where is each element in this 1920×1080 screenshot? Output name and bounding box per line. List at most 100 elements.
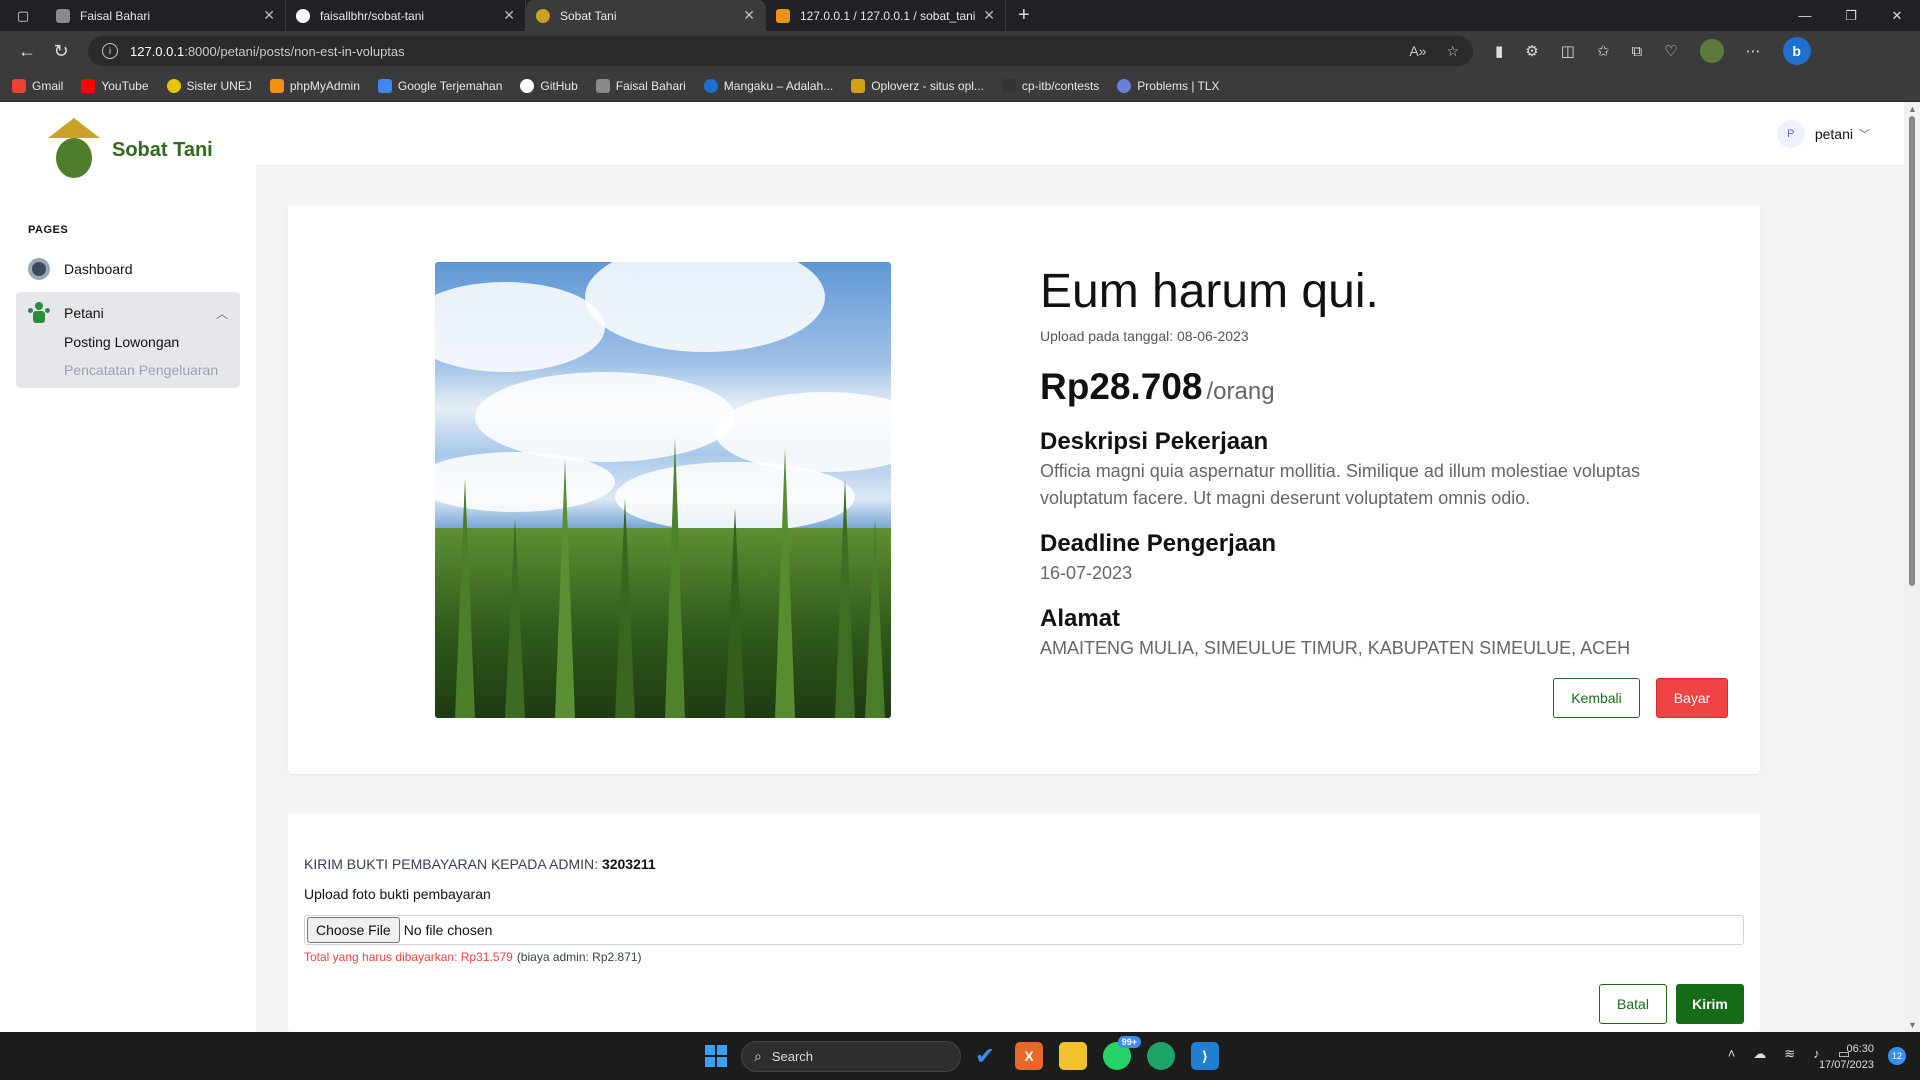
close-window-icon[interactable]: ✕ bbox=[1874, 0, 1920, 31]
tab-favicon bbox=[776, 8, 790, 23]
restore-icon[interactable]: ❐ bbox=[1828, 0, 1874, 31]
total-amount: Total yang harus dibayarkan: Rp31.579 bbox=[304, 950, 513, 964]
close-icon[interactable]: ✕ bbox=[743, 7, 755, 24]
bookmark-item[interactable]: Google Terjemahan bbox=[377, 79, 502, 93]
sidebar-item-dashboard[interactable]: Dashboard bbox=[28, 258, 133, 280]
tab-actions-icon[interactable]: ▢ bbox=[0, 0, 46, 31]
payment-total: Total yang harus dibayarkan: Rp31.579 (bi… bbox=[304, 950, 642, 964]
user-menu[interactable]: P petani ﹀ bbox=[1776, 120, 1870, 148]
bookmark-item[interactable]: Gmail bbox=[12, 79, 63, 93]
tab-favicon bbox=[536, 8, 550, 23]
youtube-icon bbox=[81, 79, 96, 93]
tab-favicon bbox=[56, 8, 70, 23]
deadline-value: 16-07-2023 bbox=[1040, 563, 1133, 583]
browser-tab[interactable]: faisallbhr/sobat-tani ✕ bbox=[286, 0, 526, 31]
bookmark-item[interactable]: cp-itb/contests bbox=[1001, 79, 1099, 93]
description-text: Officia magni quia aspernatur mollitia. … bbox=[1040, 461, 1640, 508]
payment-proof-file-input[interactable]: Choose File No file chosen bbox=[304, 915, 1744, 945]
bookmarks-bar: Gmail YouTube Sister UNEJ phpMyAdmin Goo… bbox=[0, 71, 1920, 102]
vscode-icon[interactable]: ⟩ bbox=[1191, 1042, 1219, 1070]
github-icon bbox=[296, 8, 310, 23]
bookmark-item[interactable]: YouTube bbox=[81, 79, 149, 93]
browser-tab-active[interactable]: Sobat Tani ✕ bbox=[526, 0, 766, 31]
gmail-icon bbox=[12, 79, 26, 93]
close-icon[interactable]: ✕ bbox=[503, 7, 515, 24]
browser-tab[interactable]: Faisal Bahari ✕ bbox=[46, 0, 286, 31]
url-host: 127.0.0.1 bbox=[130, 43, 185, 59]
chevron-up-icon[interactable]: ˄ bbox=[1728, 1046, 1736, 1062]
edge-browser-icon[interactable] bbox=[1147, 1042, 1175, 1070]
xampp-app-icon[interactable]: X bbox=[1015, 1042, 1043, 1070]
post-price: Rp28.708/orang bbox=[1040, 366, 1275, 408]
whatsapp-icon[interactable]: 99+ bbox=[1103, 1036, 1141, 1070]
page-scrollbar[interactable]: ▲ ▼ bbox=[1904, 102, 1920, 1032]
url-input[interactable]: i 127.0.0.1 :8000/petani/posts/non-est-i… bbox=[88, 36, 1473, 66]
bookmark-item[interactable]: GitHub bbox=[520, 79, 578, 93]
system-clock[interactable]: 06:30 17/07/2023 bbox=[1819, 1041, 1874, 1073]
favorite-star-icon[interactable]: ☆ bbox=[1446, 43, 1459, 60]
sidebar-item-pencatatan-pengeluaran[interactable]: Pencatatan Pengeluaran bbox=[64, 362, 218, 378]
favorites-icon[interactable]: ✩ bbox=[1597, 42, 1610, 60]
post-detail-card: Eum harum qui. Upload pada tanggal: 08-0… bbox=[288, 206, 1760, 774]
upload-label: Upload foto bukti pembayaran bbox=[304, 886, 491, 902]
user-name: petani bbox=[1814, 126, 1853, 142]
new-tab-button[interactable]: + bbox=[1006, 0, 1042, 31]
windows-start-icon[interactable] bbox=[705, 1045, 727, 1067]
sidebar-item-petani[interactable]: Petani ︿ bbox=[28, 302, 228, 324]
pay-button[interactable]: Bayar bbox=[1656, 678, 1728, 718]
bookmark-item[interactable]: Mangaku – Adalah... bbox=[703, 79, 833, 93]
file-explorer-icon[interactable] bbox=[1059, 1042, 1087, 1070]
payment-card: KIRIM BUKTI PEMBAYARAN KEPADA ADMIN: 320… bbox=[288, 814, 1760, 1032]
more-icon[interactable]: ⋯ bbox=[1746, 42, 1761, 60]
app-logo[interactable]: Sobat Tani bbox=[42, 118, 213, 182]
taskbar-search[interactable]: ⌕ Search bbox=[741, 1041, 961, 1072]
extension-icon[interactable]: ▮ bbox=[1495, 42, 1503, 60]
browser-tab[interactable]: 127.0.0.1 / 127.0.0.1 / sobat_tani ✕ bbox=[766, 0, 1006, 31]
admin-account: 3203211 bbox=[601, 856, 656, 872]
post-title: Eum harum qui. bbox=[1040, 265, 1379, 318]
close-icon[interactable]: ✕ bbox=[263, 7, 275, 24]
wifi-icon[interactable]: ≋ bbox=[1784, 1046, 1795, 1062]
info-icon[interactable]: i bbox=[102, 43, 118, 59]
sidebar-item-posting-lowongan[interactable]: Posting Lowongan bbox=[64, 334, 179, 350]
extensions-puzzle-icon[interactable]: ⚙ bbox=[1525, 42, 1538, 60]
address-value: AMAITENG MULIA, SIMEULUE TIMUR, KABUPATE… bbox=[1040, 638, 1631, 658]
back-icon[interactable]: ← bbox=[10, 36, 44, 66]
github-icon bbox=[520, 79, 535, 93]
refresh-icon[interactable]: ↻ bbox=[44, 36, 78, 66]
top-bar: P petani ﹀ bbox=[256, 102, 1904, 166]
cancel-button[interactable]: Batal bbox=[1599, 984, 1667, 1024]
sidebar: Sobat Tani PAGES Dashboard Petani ︿ Post… bbox=[0, 102, 256, 1032]
scroll-up-icon[interactable]: ▲ bbox=[1908, 104, 1917, 114]
todo-app-icon[interactable]: ✔ bbox=[971, 1042, 999, 1070]
close-icon[interactable]: ✕ bbox=[983, 7, 995, 24]
notification-badge[interactable]: 12 bbox=[1888, 1047, 1906, 1065]
read-aloud-icon[interactable]: A» bbox=[1409, 43, 1426, 60]
bing-icon[interactable]: b bbox=[1782, 37, 1811, 65]
profile-avatar[interactable] bbox=[1699, 39, 1724, 63]
sidebar-item-label: Petani bbox=[64, 305, 104, 321]
back-button[interactable]: Kembali bbox=[1553, 678, 1640, 718]
health-icon[interactable]: ♡ bbox=[1664, 42, 1677, 60]
choose-file-button[interactable]: Choose File bbox=[307, 917, 400, 943]
send-button[interactable]: Kirim bbox=[1676, 984, 1744, 1024]
clock-time: 06:30 bbox=[1846, 1043, 1874, 1055]
scroll-down-icon[interactable]: ▼ bbox=[1908, 1020, 1917, 1030]
bookmark-item[interactable]: Faisal Bahari bbox=[595, 79, 686, 93]
chevron-up-icon[interactable]: ︿ bbox=[216, 305, 228, 322]
bookmark-item[interactable]: Sister UNEJ bbox=[166, 79, 252, 93]
bookmark-item[interactable]: Oploverz - situs opl... bbox=[851, 79, 984, 93]
dashboard-icon bbox=[28, 258, 50, 280]
split-screen-icon[interactable]: ◫ bbox=[1561, 42, 1575, 60]
whatsapp-badge: 99+ bbox=[1117, 1036, 1141, 1048]
clock-date: 17/07/2023 bbox=[1818, 1059, 1874, 1071]
minimize-icon[interactable]: — bbox=[1782, 0, 1828, 31]
collections-icon[interactable]: ⧉ bbox=[1631, 43, 1642, 60]
cloud-icon[interactable]: ☁ bbox=[1753, 1046, 1766, 1062]
bookmark-item[interactable]: Problems | TLX bbox=[1117, 79, 1220, 93]
bookmark-item[interactable]: phpMyAdmin bbox=[269, 79, 360, 93]
scroll-thumb[interactable] bbox=[1909, 116, 1915, 586]
phpmyadmin-icon bbox=[269, 79, 284, 93]
tab-title: Faisal Bahari bbox=[80, 8, 151, 23]
sidebar-item-label: Dashboard bbox=[64, 261, 133, 277]
